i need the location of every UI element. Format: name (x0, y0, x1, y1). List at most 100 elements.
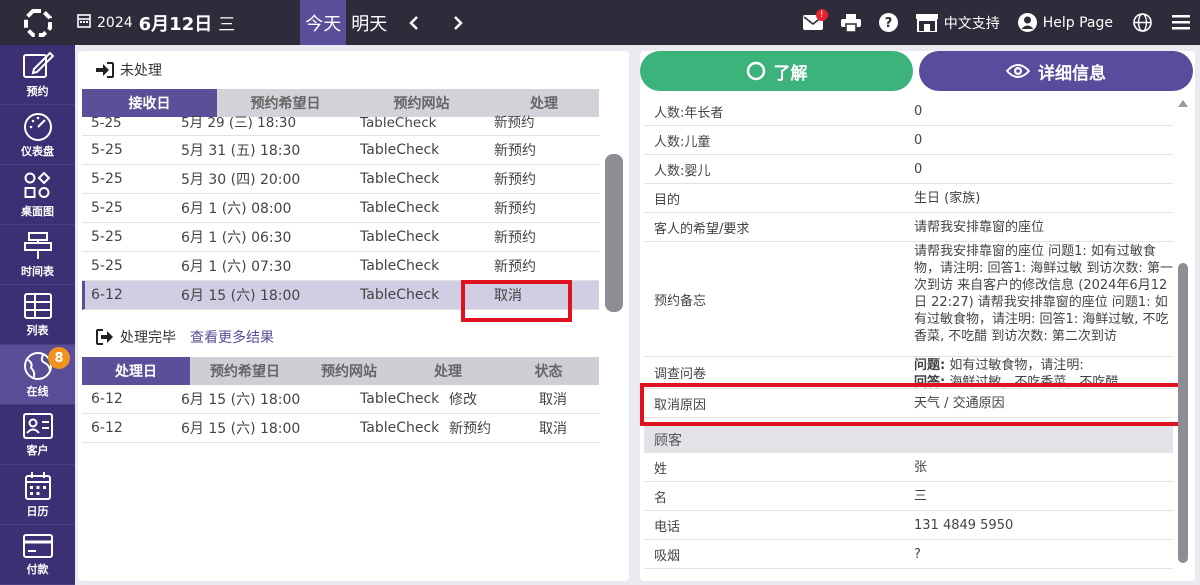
svg-text:?: ? (884, 16, 892, 31)
sidebar-item-label: 预约 (26, 84, 49, 98)
detail-row: 人数:年长者 0 (644, 97, 1173, 126)
column-header-action[interactable]: 处理 (398, 357, 498, 385)
sidebar-item-table-map[interactable]: 桌面图 (0, 165, 75, 225)
detail-row: 名 三 (644, 482, 1173, 511)
pending-table: 接收日 预约希望日 预约网站 处理 5-25 5月 29 (三) 18:30 T… (82, 89, 599, 310)
table-row[interactable]: 6-12 6月 15 (六) 18:00 TableCheck 修改 取消 (82, 385, 599, 414)
sign-out-icon (96, 329, 113, 345)
survey-question-label: 问题: (914, 357, 946, 373)
language-support-button[interactable]: 中文支持 (915, 13, 1000, 33)
detail-row: 吸烟 ? (644, 540, 1173, 569)
calendar-icon (24, 471, 51, 500)
table-row[interactable]: 6-12 6月 15 (六) 18:00 TableCheck 新预约 取消 (82, 414, 599, 443)
sidebar-item-payment[interactable]: 付款 (0, 525, 75, 585)
sidebar-item-reservation[interactable]: 预约 (0, 45, 75, 105)
print-button[interactable] (840, 13, 861, 32)
table-row[interactable]: 5-25 6月 1 (六) 08:00 TableCheck 新预约 (82, 194, 599, 223)
reservation-requests-panel: 未处理 接收日 预约希望日 预约网站 处理 5-25 5月 29 (三) 18:… (78, 51, 629, 581)
circle-icon (746, 61, 765, 81)
sidebar: 预约 仪表盘 桌面图 时间表 列表 在线 8 客户 日历 付款 (0, 45, 75, 585)
scrollbar-thumb[interactable] (1178, 263, 1188, 563)
sidebar-item-label: 仪表盘 (21, 144, 54, 158)
date-year: 2024 (97, 14, 133, 31)
column-header-desired-date[interactable]: 预约希望日 (190, 357, 300, 385)
question-icon: ? (878, 13, 898, 32)
sidebar-item-calendar[interactable]: 日历 (0, 465, 75, 525)
survey-question: 如有过敏食物，请注明: (949, 357, 1084, 373)
dashboard-icon (23, 112, 52, 141)
eye-icon (1006, 64, 1030, 78)
language-button[interactable] (1133, 13, 1152, 32)
help-button[interactable]: ? (878, 13, 898, 32)
timeline-icon (23, 231, 52, 259)
detail-row: 姓 张 (644, 453, 1173, 482)
sidebar-item-label: 客户 (26, 443, 49, 457)
detail-row: 客人的希望/要求 请帮我安排靠窗的座位 (644, 213, 1173, 242)
hamburger-icon (1172, 15, 1190, 30)
detail-row: 人数:儿童 0 (644, 126, 1173, 155)
detail-row: 电话 131 4849 5950 (644, 511, 1173, 540)
menu-button[interactable] (1172, 15, 1190, 30)
sidebar-item-label: 付款 (26, 562, 49, 576)
sidebar-item-online[interactable]: 在线 8 (0, 345, 75, 405)
help-page-label: Help Page (1042, 14, 1113, 31)
app-logo-icon[interactable] (0, 0, 75, 45)
pending-scrollbar[interactable] (605, 154, 623, 312)
sidebar-item-label: 在线 (26, 384, 49, 398)
column-header-site[interactable]: 预约网站 (354, 89, 489, 117)
highlight-cancel-reason (640, 383, 1184, 426)
date-month-day: 6月12日 (138, 13, 213, 35)
globe-icon (1133, 13, 1152, 32)
edit-icon (22, 51, 54, 78)
sidebar-item-label: 时间表 (21, 264, 54, 278)
detail-scrollbar[interactable] (1173, 97, 1195, 581)
done-title: 处理完毕 (120, 330, 176, 346)
acknowledge-button[interactable]: 了解 (640, 51, 913, 91)
sign-in-icon (96, 62, 114, 78)
mail-badge: ! (815, 9, 828, 21)
sidebar-item-label: 列表 (26, 323, 49, 337)
customer-section-header: 顾客 (644, 426, 1173, 453)
online-count-badge: 8 (48, 347, 70, 369)
chevron-left-icon (409, 15, 419, 30)
scroll-up-arrow-icon (1178, 100, 1188, 107)
detail-row: 目的 生日 (家族) (644, 184, 1173, 213)
highlight-cancel-action (461, 280, 572, 322)
see-more-results-link[interactable]: 查看更多结果 (190, 327, 274, 347)
table-map-icon (24, 171, 50, 198)
user-circle-icon (1017, 13, 1037, 32)
next-day-button[interactable] (436, 0, 480, 45)
pending-title: 未处理 (120, 63, 162, 79)
mail-button[interactable]: ! (802, 9, 828, 30)
column-header-site[interactable]: 预约网站 (300, 357, 398, 385)
sidebar-item-dashboard[interactable]: 仪表盘 (0, 105, 75, 165)
column-header-processed-date[interactable]: 处理日 (82, 357, 190, 385)
current-date[interactable]: 2024 6月12日 三 (77, 10, 235, 36)
table-row[interactable]: 5-25 5月 31 (五) 18:30 TableCheck 新预约 (82, 136, 599, 165)
top-bar: 2024 6月12日 三 今天 明天 ! ? 中文支持 Help Page (0, 0, 1200, 45)
pending-section-title: 未处理 (78, 51, 629, 89)
table-row[interactable]: 5-25 5月 29 (三) 18:30 TableCheck 新预约 (82, 115, 599, 136)
sidebar-item-label: 日历 (26, 504, 49, 518)
payment-icon (22, 533, 53, 558)
list-icon (23, 292, 52, 319)
column-header-status[interactable]: 状态 (498, 357, 599, 385)
sidebar-item-timeline[interactable]: 时间表 (0, 225, 75, 285)
sidebar-item-list[interactable]: 列表 (0, 285, 75, 345)
chevron-right-icon (454, 15, 463, 30)
details-button[interactable]: 详细信息 (919, 51, 1193, 91)
table-row[interactable]: 5-25 5月 30 (四) 20:00 TableCheck 新预约 (82, 165, 599, 194)
tomorrow-button[interactable]: 明天 (346, 0, 392, 45)
memo-text: 请帮我安排靠窗的座位 问题1: 如有过敏食物，请注明: 回答1: 海鲜过敏 到访… (914, 244, 1173, 344)
done-table: 处理日 预约希望日 预约网站 处理 状态 6-12 6月 15 (六) 18:0… (82, 357, 599, 443)
table-row[interactable]: 5-25 6月 1 (六) 07:30 TableCheck 新预约 (82, 252, 599, 281)
table-row[interactable]: 5-25 6月 1 (六) 06:30 TableCheck 新预约 (82, 223, 599, 252)
prev-day-button[interactable] (392, 0, 436, 45)
help-page-link[interactable]: Help Page (1017, 13, 1113, 32)
today-button[interactable]: 今天 (300, 0, 347, 45)
detail-list: 人数:年长者 0 人数:儿童 0 人数:婴儿 0 目的 生日 (家族) 客人的希… (644, 97, 1173, 569)
date-weekday: 三 (218, 15, 236, 35)
reservation-detail-panel: 了解 详细信息 人数:年长者 0 人数:儿童 0 人数:婴儿 0 目的 生日 (… (640, 51, 1195, 581)
sidebar-item-customer[interactable]: 客户 (0, 405, 75, 465)
calendar-small-icon (77, 13, 91, 33)
